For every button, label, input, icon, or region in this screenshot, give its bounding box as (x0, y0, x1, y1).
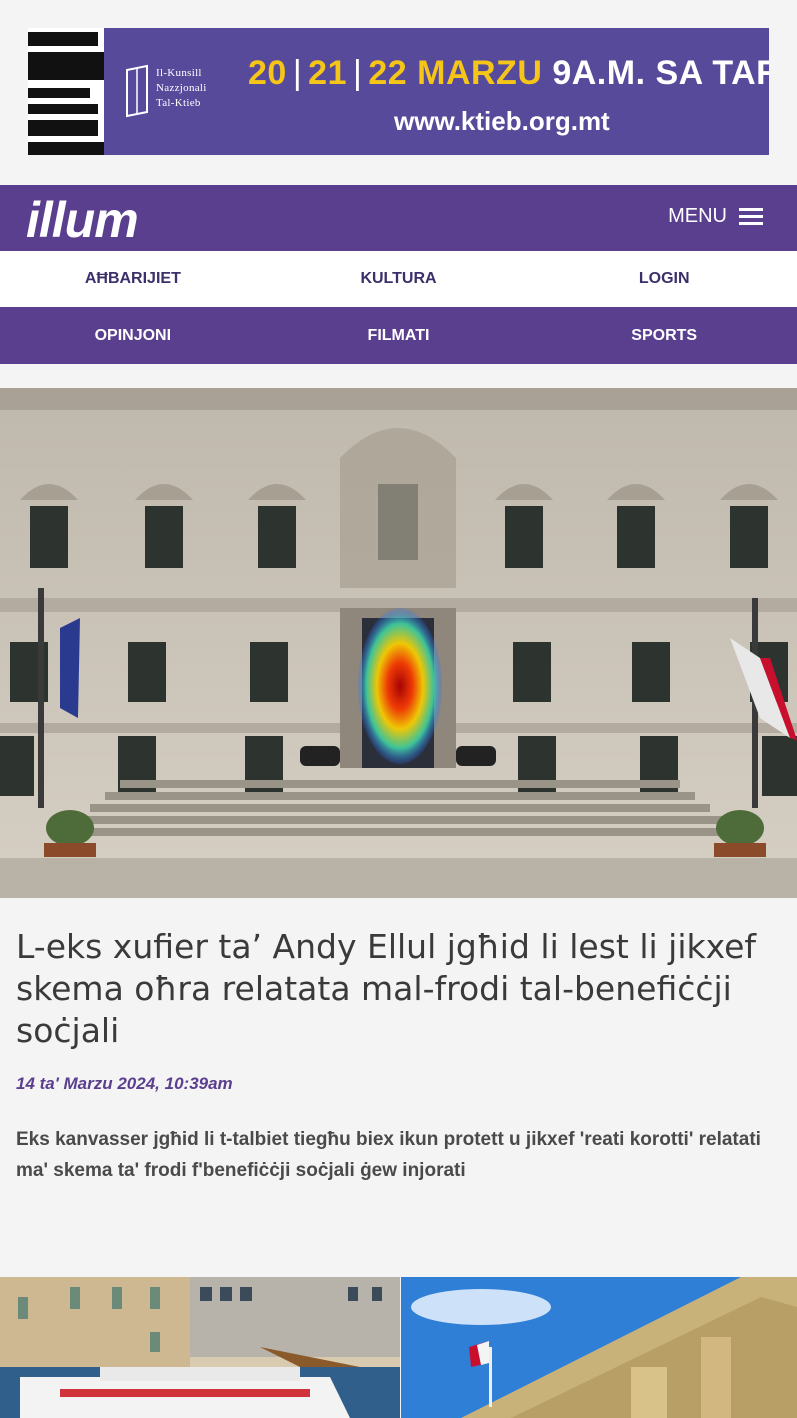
hero-image[interactable] (0, 388, 797, 898)
nav-row-primary: AĦBARIJIET KULTURA LOGIN (0, 251, 797, 307)
thumbnail-building[interactable] (401, 1277, 797, 1418)
article-summary: Eks kanvasser jgħid li t-talbiet tiegħu … (16, 1129, 761, 1181)
nav-opinjoni[interactable]: OPINJONI (0, 307, 266, 364)
menu-button[interactable]: MENU (668, 205, 763, 228)
ad-banner[interactable]: Il-Kunsill Nazzjonali Tal-Ktieb 20 | 21 | 22… (28, 28, 769, 155)
menu-label: MENU (668, 205, 727, 227)
ad-dates: 20|21|22 MARZU 9A.M. SA TARD (248, 54, 769, 92)
nav-ahbarijiet[interactable]: AĦBARIJIET (0, 251, 266, 307)
book-seal-icon (126, 64, 148, 118)
nav-kultura[interactable]: KULTURA (266, 251, 532, 307)
site-header: illum MENU (0, 185, 797, 251)
article-date: 14 ta' Marzu 2024, 10:39am (16, 1074, 233, 1093)
site-logo[interactable]: illum (26, 191, 139, 249)
nav-login[interactable]: LOGIN (531, 251, 797, 307)
council-name: Il-Kunsill Nazzjonali Tal-Ktieb (156, 67, 207, 109)
hamburger-icon (739, 207, 763, 226)
nav-row-secondary: OPINJONI FILMATI SPORTS (0, 307, 797, 364)
ad-url[interactable]: www.ktieb.org.mt (394, 106, 610, 137)
thumbnail-harbour[interactable] (0, 1277, 400, 1418)
article-headline[interactable]: L-eks xufier ta’ Andy Ellul jgħid li les… (16, 926, 786, 1052)
nav-filmati[interactable]: FILMATI (266, 307, 532, 364)
nav-sports[interactable]: SPORTS (531, 307, 797, 364)
books-graphic (28, 28, 104, 155)
